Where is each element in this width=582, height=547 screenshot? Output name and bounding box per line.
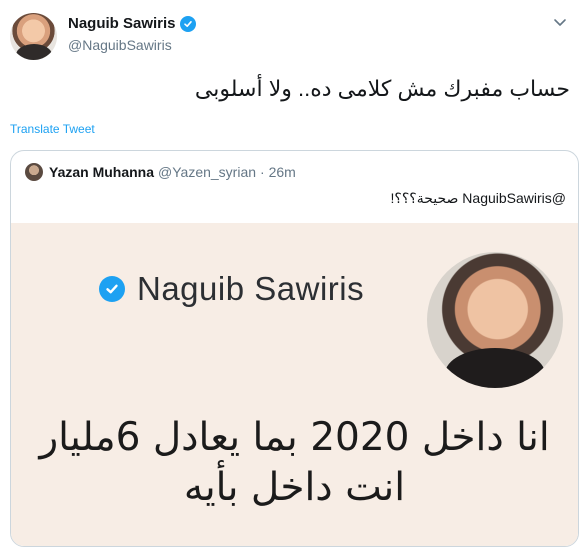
author-avatar[interactable] — [10, 13, 57, 60]
quoted-text: @NaguibSawiris صحيحة؟؟؟! — [390, 190, 566, 206]
image-name-text: Naguib Sawiris — [137, 270, 365, 307]
quoted-author-handle: @Yazen_syrian — [158, 164, 257, 180]
verified-badge-icon — [179, 15, 196, 32]
image-caption: انا داخل 2020 بما يعادل 6مليار انت داخل … — [31, 413, 558, 513]
quoted-author-name: Yazan Muhanna — [49, 164, 155, 180]
quoted-image[interactable]: Naguib Sawiris انا داخل 2020 بما يعادل 6… — [11, 223, 578, 546]
image-verified-badge-icon — [99, 276, 125, 302]
image-portrait — [427, 252, 563, 388]
image-name-row: Naguib Sawiris — [99, 270, 364, 308]
image-caption-line1: انا داخل 2020 بما يعادل 6مليار — [39, 415, 550, 460]
author-name[interactable]: Naguib Sawiris — [68, 15, 176, 32]
chevron-down-icon[interactable] — [552, 14, 568, 30]
author-name-row: Naguib Sawiris — [68, 15, 196, 32]
author-handle[interactable]: @NaguibSawiris — [68, 37, 172, 53]
quoted-tweet[interactable]: Yazan Muhanna @Yazen_syrian · 26m @Nagui… — [10, 150, 579, 547]
tweet-text: حساب مفبرك مش كلامى ده.. ولا أسلوبى — [194, 76, 570, 101]
image-caption-line2: انت داخل بأيه — [183, 465, 406, 510]
translate-tweet-link[interactable]: Translate Tweet — [10, 122, 95, 136]
quoted-header: Yazan Muhanna @Yazen_syrian · 26m — [25, 163, 296, 181]
quoted-avatar — [25, 163, 43, 181]
quoted-timestamp: · 26m — [260, 164, 296, 180]
